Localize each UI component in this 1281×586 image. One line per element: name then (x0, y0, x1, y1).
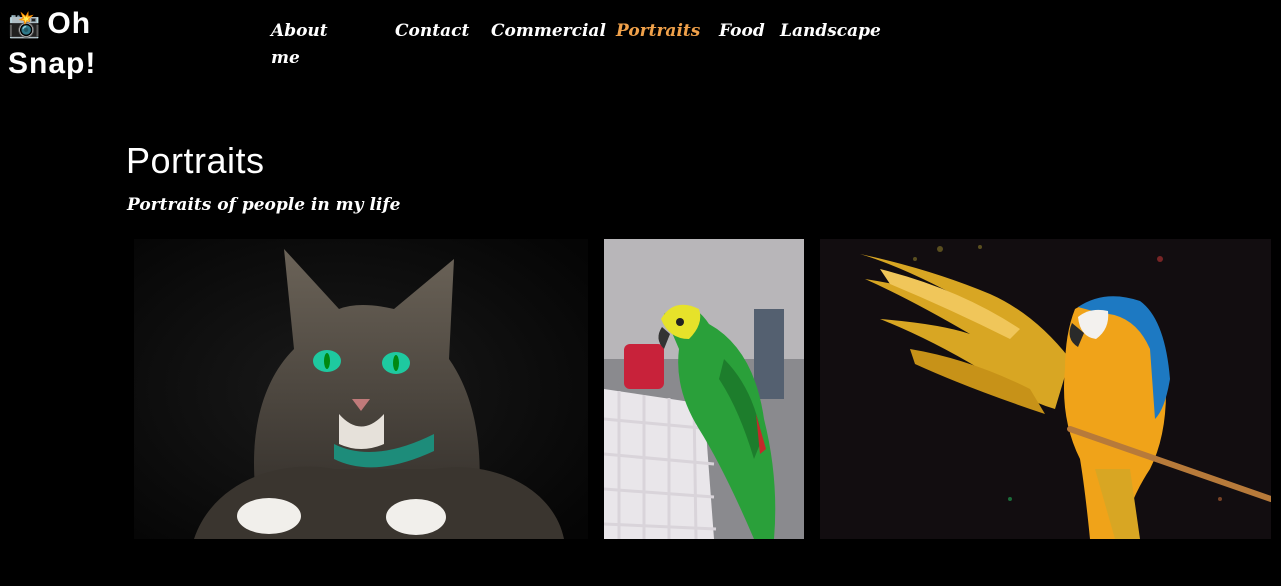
logo-text-line1: Oh (47, 7, 92, 40)
nav-contact[interactable]: Contact (395, 18, 469, 45)
page-title: Portraits (126, 140, 265, 181)
green-parrot-photo-icon (604, 239, 804, 539)
macaw-photo-icon (820, 239, 1271, 539)
gallery-photo-parrot[interactable] (604, 239, 804, 539)
nav-portraits[interactable]: Portraits (616, 18, 700, 45)
nav-food[interactable]: Food (719, 18, 765, 45)
cat-photo-icon (134, 239, 588, 539)
gallery-photo-macaw[interactable] (820, 239, 1271, 539)
gallery-photo-cat[interactable] (134, 239, 588, 539)
page-subtitle: Portraits of people in my life (127, 195, 401, 215)
site-logo[interactable]: 📸 Oh Snap! (8, 4, 96, 84)
camera-icon: 📸 (8, 9, 42, 39)
logo-text-line2: Snap! (8, 47, 97, 80)
nav-landscape[interactable]: Landscape (780, 18, 881, 45)
nav-about-me[interactable]: About me (271, 18, 341, 72)
nav-commercial[interactable]: Commercial (491, 18, 606, 45)
